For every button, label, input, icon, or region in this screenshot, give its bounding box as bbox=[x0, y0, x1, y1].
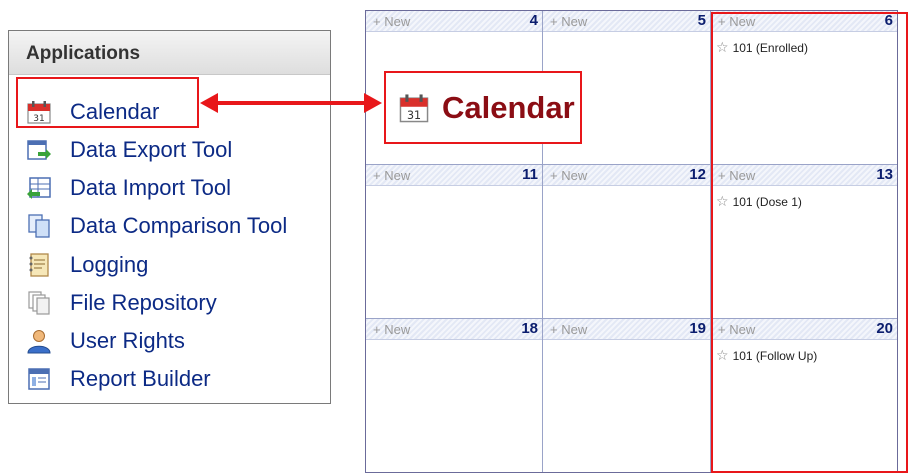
app-label: User Rights bbox=[70, 328, 185, 353]
calendar-page-title: Calendar bbox=[442, 89, 575, 125]
app-label: Data Export Tool bbox=[70, 137, 233, 162]
day-header: + New 19 bbox=[543, 319, 710, 340]
new-event-link[interactable]: + New bbox=[373, 322, 410, 337]
app-item-data-comparison-tool[interactable]: Data Comparison Tool bbox=[26, 211, 287, 241]
calendar-day-cell[interactable]: + New 11 bbox=[366, 165, 543, 319]
app-item-data-export-tool[interactable]: Data Export Tool bbox=[26, 135, 232, 165]
day-header: + New 4 bbox=[366, 11, 542, 32]
data-export-icon bbox=[27, 140, 51, 160]
app-label: Logging bbox=[70, 252, 149, 277]
app-label: Report Builder bbox=[70, 366, 211, 391]
app-label: File Repository bbox=[70, 290, 217, 315]
new-event-link[interactable]: + New bbox=[373, 14, 410, 29]
logging-icon bbox=[29, 253, 49, 277]
app-item-report-builder[interactable]: Report Builder bbox=[26, 364, 211, 394]
calendar-title-callout: 31 Calendar bbox=[384, 71, 582, 144]
new-event-link[interactable]: + New bbox=[550, 322, 587, 337]
applications-title: Applications bbox=[26, 43, 141, 64]
data-import-icon bbox=[27, 177, 51, 199]
report-builder-icon bbox=[28, 368, 50, 390]
app-item-file-repository[interactable]: File Repository bbox=[26, 288, 217, 318]
app-label: Data Comparison Tool bbox=[70, 213, 288, 238]
calendar-icon: 31 bbox=[399, 93, 429, 122]
user-rights-icon bbox=[27, 330, 51, 354]
day-header: + New 5 bbox=[543, 11, 710, 32]
svg-text:31: 31 bbox=[407, 109, 421, 122]
column-highlight-box bbox=[711, 12, 908, 473]
new-event-link[interactable]: + New bbox=[373, 168, 410, 183]
day-header: + New 12 bbox=[543, 165, 710, 186]
data-comparison-icon bbox=[28, 214, 50, 238]
new-event-link[interactable]: + New bbox=[550, 168, 587, 183]
app-label: Data Import Tool bbox=[70, 175, 232, 200]
new-event-link[interactable]: + New bbox=[550, 14, 587, 29]
day-header: + New 11 bbox=[366, 165, 542, 186]
calendar-day-cell[interactable]: + New 19 bbox=[543, 319, 711, 472]
day-header: + New 18 bbox=[366, 319, 542, 340]
calendar-item-highlight-box bbox=[16, 77, 199, 128]
file-repository-icon bbox=[28, 291, 50, 315]
calendar-day-cell[interactable]: + New 12 bbox=[543, 165, 711, 319]
app-item-logging[interactable]: Logging bbox=[26, 250, 148, 280]
day-number[interactable]: 19 bbox=[689, 320, 706, 337]
app-item-data-import-tool[interactable]: Data Import Tool bbox=[26, 173, 231, 203]
day-number[interactable]: 18 bbox=[521, 320, 538, 337]
day-number[interactable]: 5 bbox=[698, 12, 706, 29]
day-number[interactable]: 11 bbox=[522, 166, 538, 183]
calendar-day-cell[interactable]: + New 18 bbox=[366, 319, 543, 472]
day-number[interactable]: 12 bbox=[689, 166, 706, 183]
day-number[interactable]: 4 bbox=[530, 12, 538, 29]
app-item-user-rights[interactable]: User Rights bbox=[26, 326, 185, 356]
